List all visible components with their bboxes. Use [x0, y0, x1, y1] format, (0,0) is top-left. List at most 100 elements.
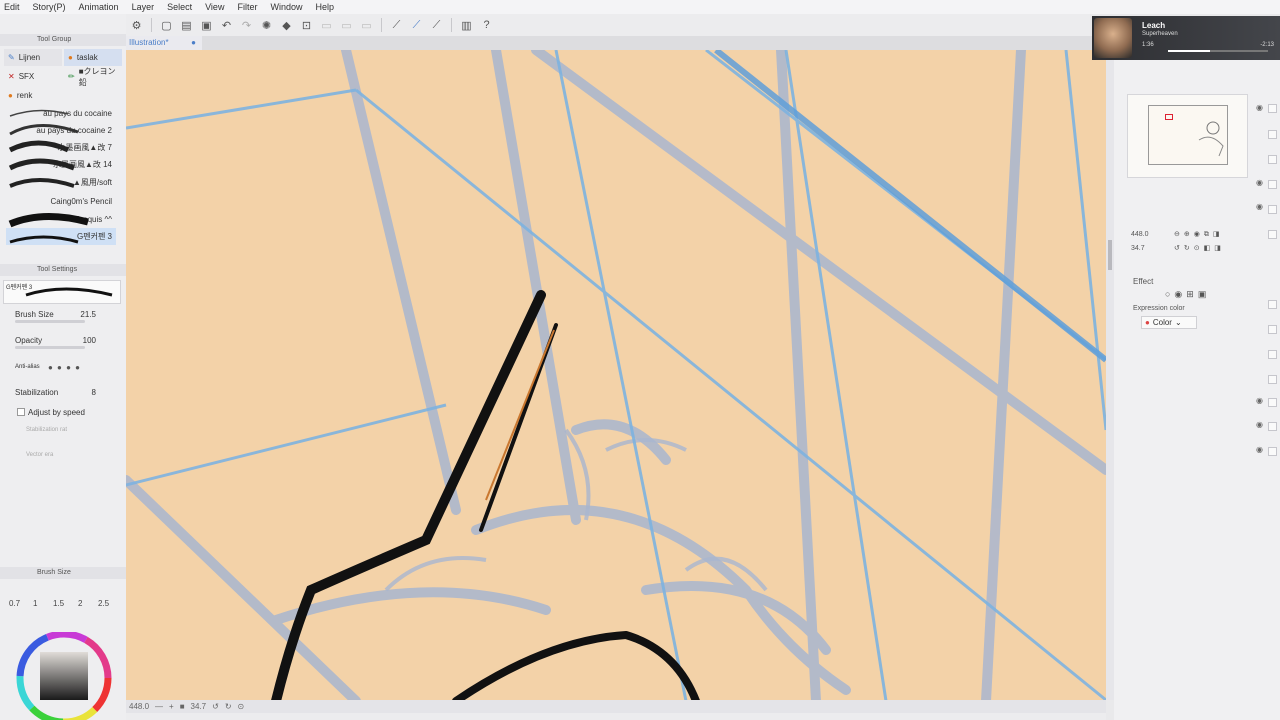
layer-toggle[interactable]	[1268, 447, 1277, 456]
brush-size-preset[interactable]: 1	[33, 599, 37, 608]
ruler-icon[interactable]: ⟋	[388, 17, 405, 34]
brush-size-preset[interactable]: 1.5	[53, 599, 64, 608]
navigator-zoom[interactable]: 448.0	[1131, 231, 1149, 238]
new-file-icon[interactable]: ▢	[158, 17, 175, 34]
brush-size-preset[interactable]: 2.5	[98, 599, 109, 608]
snap-grid-icon[interactable]: ⟋	[428, 17, 445, 34]
brush-size-preset[interactable]: 2	[78, 599, 82, 608]
navigator-rotate-controls[interactable]: ↺↻⊙◧◨	[1174, 244, 1225, 252]
zoom-readout[interactable]: 448.0	[129, 702, 149, 711]
adjust-by-speed-checkbox[interactable]	[17, 408, 25, 416]
tab-taslak[interactable]: ● taslak	[64, 49, 122, 66]
anti-alias-label: Anti-alias	[15, 364, 40, 370]
expression-color-select[interactable]: ● Color ⌄	[1141, 316, 1197, 329]
snap-icon[interactable]: ⟋	[408, 17, 425, 34]
brush-icon: ✎	[8, 53, 15, 62]
navigator-preview[interactable]	[1127, 94, 1248, 178]
transform-icon[interactable]: ⊡	[298, 17, 315, 34]
eye-icon[interactable]: ◉	[1256, 420, 1263, 429]
help-icon[interactable]: ?	[478, 17, 495, 34]
menu-filter[interactable]: Filter	[233, 2, 266, 12]
tab-renk[interactable]: ● renk	[4, 87, 62, 104]
brush-size-panel-header: Brush Size	[0, 567, 126, 579]
fill-icon[interactable]: ◆	[278, 17, 295, 34]
track-title: Leach	[1142, 21, 1166, 30]
layer-toggle[interactable]	[1268, 422, 1277, 431]
menu-animation[interactable]: Animation	[75, 2, 128, 12]
menu-edit[interactable]: Edit	[0, 2, 29, 12]
tab-label: SFX	[18, 72, 35, 81]
brush-size-value[interactable]: 21.5	[80, 310, 96, 319]
tablet-icon[interactable]: ▥	[458, 17, 475, 34]
disabled-icon: ▭	[361, 19, 372, 32]
open-folder-icon[interactable]: ▤	[178, 17, 195, 34]
eye-icon[interactable]: ◉	[1256, 103, 1263, 112]
anti-alias-options[interactable]: ● ● ● ●	[48, 363, 81, 372]
close-icon[interactable]: ●	[191, 38, 196, 47]
effect-controls[interactable]: ○◉⊞▣	[1165, 289, 1210, 300]
navigator-view-box[interactable]	[1165, 114, 1173, 120]
menu-bar: Edit Story(P) Animation Layer Select Vie…	[0, 0, 1280, 14]
navigator-angle[interactable]: 34.7	[1131, 245, 1145, 252]
layer-toggle[interactable]	[1268, 300, 1277, 309]
layer-toggle[interactable]	[1268, 375, 1277, 384]
brush-size-panel-title: Brush Size	[37, 569, 71, 576]
layer-toggle[interactable]	[1268, 155, 1277, 164]
opacity-value[interactable]: 100	[83, 336, 96, 345]
save-icon[interactable]: ▣	[198, 17, 215, 34]
layer-toggle[interactable]	[1268, 205, 1277, 214]
menu-window[interactable]: Window	[266, 2, 311, 12]
menu-layer[interactable]: Layer	[128, 2, 164, 12]
layer-toggle[interactable]	[1268, 180, 1277, 189]
stabilization-rate-label: Stabilization rat	[26, 427, 68, 433]
tab-crayon[interactable]: ✏ ■クレヨン鉛	[64, 67, 122, 87]
layer-toggle[interactable]	[1268, 104, 1277, 113]
menu-help[interactable]: Help	[311, 2, 343, 12]
layer-toggle[interactable]	[1268, 325, 1277, 334]
tab-illustration[interactable]: Illustration* ●	[126, 36, 202, 50]
eye-icon[interactable]: ◉	[1256, 445, 1263, 454]
tab-sfx[interactable]: ✕ SFX	[4, 68, 62, 85]
rotate-left-icon[interactable]: ↺	[212, 702, 219, 711]
gear-icon[interactable]: ⚙	[128, 17, 145, 34]
reset-rotation-icon[interactable]: ⊙	[238, 702, 245, 711]
opacity-slider[interactable]	[15, 346, 85, 349]
layer-toggle[interactable]	[1268, 350, 1277, 359]
zoom-in-icon[interactable]: +	[169, 702, 174, 711]
track-elapsed: 1:36	[1142, 42, 1154, 48]
tab-lijnen[interactable]: ✎ Lijnen	[4, 49, 62, 66]
layer-toggle[interactable]	[1268, 230, 1277, 239]
loading-icon[interactable]: ✺	[258, 17, 275, 34]
redo-icon[interactable]: ↷	[238, 17, 255, 34]
angle-readout[interactable]: 34.7	[191, 702, 207, 711]
vector-label: Vector era	[26, 452, 54, 458]
undo-icon[interactable]: ↶	[218, 17, 235, 34]
brush-size-preset[interactable]: 0.7	[9, 599, 20, 608]
horizontal-scrollbar[interactable]	[126, 713, 1106, 720]
eye-icon[interactable]: ◉	[1256, 396, 1263, 405]
color-wheel[interactable]	[14, 632, 114, 720]
menu-view[interactable]: View	[201, 2, 233, 12]
drawing-canvas[interactable]	[126, 50, 1106, 701]
layer-toggle[interactable]	[1268, 130, 1277, 139]
chevron-down-icon: ⌄	[1174, 318, 1182, 327]
rotate-right-icon[interactable]: ↻	[225, 702, 232, 711]
brush-preset-preview[interactable]: G펜커펜 3	[3, 280, 121, 304]
stabilization-value[interactable]: 8	[92, 388, 96, 397]
eye-icon[interactable]: ◉	[1256, 178, 1263, 187]
layer-toggle[interactable]	[1268, 398, 1277, 407]
menu-select[interactable]: Select	[163, 2, 201, 12]
navigator-zoom-controls[interactable]: ⊖⊕◉⧉◨	[1174, 230, 1223, 239]
menu-story[interactable]: Story(P)	[29, 2, 75, 12]
vertical-scrollbar[interactable]	[1106, 50, 1114, 700]
eye-icon[interactable]: ◉	[1256, 202, 1263, 211]
brush-stroke-previews	[8, 109, 88, 244]
brush-size-slider[interactable]	[15, 320, 85, 323]
effect-label: Effect	[1133, 277, 1154, 286]
now-playing-popup[interactable]: Leach Superheaven 1:36 -2:13	[1092, 16, 1280, 60]
vertical-scroll-thumb[interactable]	[1108, 240, 1112, 270]
zoom-out-icon[interactable]: —	[155, 702, 163, 711]
tab-label: taslak	[76, 53, 98, 62]
toolbar-divider	[451, 18, 452, 32]
stop-icon[interactable]: ■	[180, 702, 185, 711]
